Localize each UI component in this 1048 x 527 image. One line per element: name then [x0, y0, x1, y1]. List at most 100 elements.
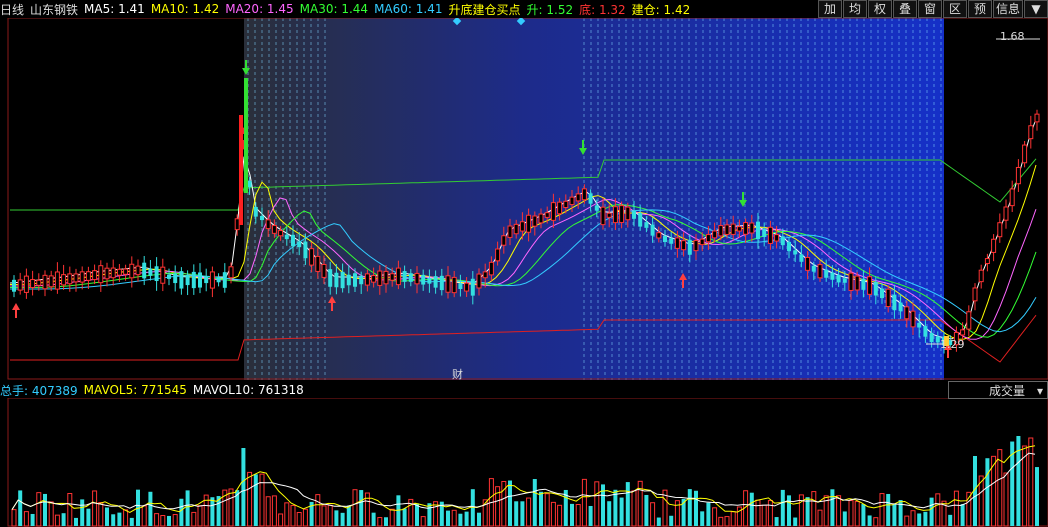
volume-bar: [836, 495, 842, 527]
mavol10-value: MAVOL10: 761318: [192, 383, 304, 397]
candle-body: [736, 226, 742, 232]
volume-bar: [290, 504, 296, 527]
candle-body: [402, 271, 407, 282]
candle-body: [12, 279, 16, 292]
volume-bar: [105, 507, 109, 526]
candle-body: [173, 273, 178, 284]
candle-body: [638, 213, 643, 227]
total-volume: 总手: 407389: [0, 383, 78, 398]
candle-body: [353, 273, 357, 287]
volume-bar: [935, 493, 941, 527]
candle-body: [464, 282, 470, 292]
candle-body: [693, 240, 699, 252]
candle-body: [538, 213, 544, 224]
volume-bar: [253, 474, 258, 526]
candle-body: [581, 188, 587, 201]
candle-body: [92, 270, 98, 281]
high-price-label: 1.68: [1000, 30, 1025, 43]
candle-body: [910, 310, 916, 328]
volume-bar: [340, 512, 345, 526]
event-marker-label[interactable]: 财: [452, 366, 463, 382]
candle-body: [892, 294, 897, 311]
volume-bar: [377, 517, 383, 527]
period-label[interactable]: 日线: [0, 1, 24, 18]
candle-body: [209, 271, 215, 289]
volume-bar: [123, 509, 129, 527]
candle-body: [247, 180, 252, 188]
candle-body: [371, 275, 377, 283]
candle-body: [507, 225, 513, 238]
candle-body: [669, 238, 674, 244]
chevron-down-icon: ▾: [1036, 384, 1043, 398]
volume-bar: [92, 490, 98, 527]
candle-body: [383, 270, 389, 285]
volume-header: 总手: 407389 MAVOL5: 771545 MAVOL10: 76131…: [0, 382, 1048, 398]
candle-body: [960, 329, 966, 336]
volume-bar: [644, 494, 649, 526]
candle-body: [917, 322, 922, 328]
volume-bar: [1016, 436, 1021, 526]
toolbar-window-button[interactable]: 窗: [917, 0, 942, 18]
volume-bar: [774, 517, 779, 526]
volume-chart[interactable]: [0, 398, 1048, 527]
toolbar-average-button[interactable]: 均: [842, 0, 867, 18]
price-chart[interactable]: [0, 18, 1048, 380]
candle-body: [67, 273, 73, 285]
candle-body: [414, 272, 420, 285]
indicator-select[interactable]: 成交量 ▾: [948, 381, 1048, 399]
volume-bars: [11, 436, 1039, 527]
mavol10-line: [11, 452, 1036, 510]
chart-toolbar: 加 均 权 叠 窗 区 预 信息 ▼: [817, 0, 1048, 18]
candle-body: [873, 282, 878, 296]
volume-bar: [384, 517, 388, 526]
candle-body: [427, 277, 432, 284]
candle-body: [42, 274, 48, 290]
volume-bar: [712, 507, 718, 527]
candle-body: [588, 193, 593, 204]
volume-bar: [631, 490, 637, 527]
candle-body: [923, 326, 928, 337]
volume-bar: [30, 513, 35, 526]
volume-bar: [61, 513, 66, 526]
volume-bar: [265, 496, 271, 527]
candle-body: [1028, 125, 1034, 140]
toolbar-overlay-button[interactable]: 叠: [892, 0, 917, 18]
candle-body: [663, 235, 667, 243]
volume-bar: [613, 489, 618, 526]
toolbar-range-button[interactable]: 区: [942, 0, 967, 18]
volume-bar: [730, 511, 736, 527]
volume-bar: [359, 490, 364, 526]
candle-body: [321, 263, 327, 278]
volume-bar: [197, 505, 203, 527]
toolbar-forecast-button[interactable]: 预: [967, 0, 992, 18]
toolbar-rights-button[interactable]: 权: [867, 0, 892, 18]
candle-body: [216, 277, 221, 283]
candle-body: [148, 268, 153, 276]
toolbar-add-button[interactable]: 加: [817, 0, 842, 18]
candle-body: [439, 275, 444, 291]
candle-body: [377, 270, 383, 286]
candle-body: [966, 311, 972, 330]
volume-bar: [767, 500, 773, 527]
candle-body: [929, 333, 934, 343]
candle-body: [632, 210, 636, 219]
candle-body: [793, 250, 798, 255]
volume-bar: [477, 512, 481, 526]
candle-body: [142, 262, 147, 279]
candle-body: [85, 271, 91, 281]
candle-body: [1009, 188, 1015, 207]
volume-bar: [228, 488, 234, 527]
candle-body: [476, 273, 482, 289]
volume-bar: [427, 503, 432, 526]
volume-bar: [86, 508, 91, 526]
candle-body: [544, 212, 550, 218]
toolbar-info-button[interactable]: 信息: [992, 0, 1023, 18]
candle-body: [861, 278, 866, 290]
candle-body: [594, 205, 599, 211]
toolbar-more-button[interactable]: ▼: [1024, 0, 1048, 18]
candle-body: [1015, 166, 1021, 185]
candle-body: [451, 276, 457, 294]
indicator-select-label: 成交量: [989, 384, 1026, 398]
candle-body: [198, 272, 202, 288]
volume-bar: [191, 511, 197, 527]
